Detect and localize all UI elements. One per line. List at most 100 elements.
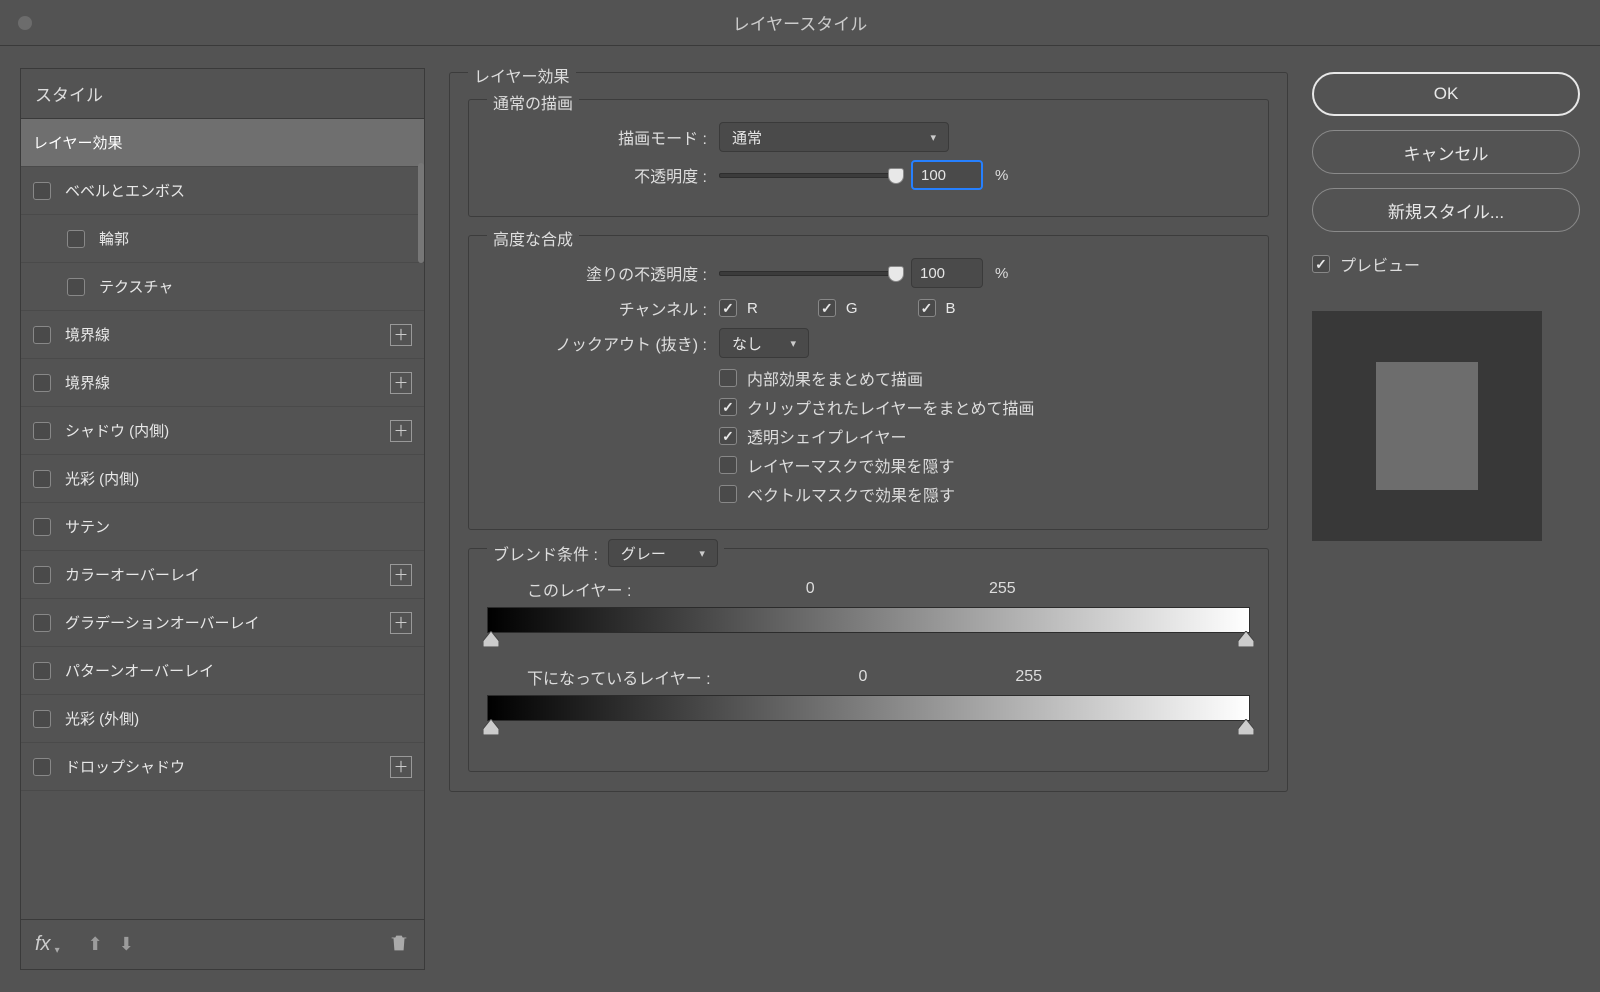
checkbox-layer-mask-hide[interactable] bbox=[719, 456, 737, 474]
slider-handle-icon[interactable] bbox=[888, 266, 904, 282]
ok-button[interactable]: OK bbox=[1312, 72, 1580, 116]
checkbox-icon[interactable] bbox=[33, 182, 51, 200]
scrollbar-thumb[interactable] bbox=[418, 163, 424, 263]
styles-row-drop-shadow[interactable]: ドロップシャドウ ＋ bbox=[21, 743, 424, 791]
opacity-slider[interactable] bbox=[719, 173, 899, 178]
channel-b-checkbox[interactable] bbox=[918, 299, 936, 317]
gradient-low-handle[interactable] bbox=[483, 631, 499, 647]
trash-icon bbox=[388, 932, 410, 954]
add-effect-button[interactable]: ＋ bbox=[390, 324, 412, 346]
styles-list: レイヤー効果 ベベルとエンボス 輪郭 テクスチャ 境界線 ＋ bbox=[21, 119, 424, 919]
styles-header: スタイル bbox=[21, 69, 424, 119]
checkbox-icon[interactable] bbox=[33, 710, 51, 728]
label-opacity: 不透明度 : bbox=[487, 163, 707, 187]
styles-row-bevel-emboss[interactable]: ベベルとエンボス bbox=[21, 167, 424, 215]
new-style-button[interactable]: 新規スタイル... bbox=[1312, 188, 1580, 232]
knockout-dropdown[interactable]: なし ▾ bbox=[719, 328, 809, 358]
styles-row-stroke-1[interactable]: 境界線 ＋ bbox=[21, 311, 424, 359]
move-up-button[interactable]: ⬆ bbox=[88, 934, 103, 955]
checkbox-icon[interactable] bbox=[33, 470, 51, 488]
opacity-input[interactable] bbox=[911, 160, 983, 190]
styles-row-satin[interactable]: サテン bbox=[21, 503, 424, 551]
checkbox-transparency-shapes[interactable] bbox=[719, 427, 737, 445]
checkbox-icon[interactable] bbox=[67, 278, 85, 296]
slider-handle-icon[interactable] bbox=[888, 168, 904, 184]
channel-g-checkbox[interactable] bbox=[818, 299, 836, 317]
styles-row-outer-glow[interactable]: 光彩 (外側) bbox=[21, 695, 424, 743]
fill-opacity-input[interactable] bbox=[911, 258, 983, 288]
styles-row-texture[interactable]: テクスチャ bbox=[21, 263, 424, 311]
add-effect-button[interactable]: ＋ bbox=[390, 372, 412, 394]
styles-row-blending-options[interactable]: レイヤー効果 bbox=[21, 119, 424, 167]
style-row-label: ドロップシャドウ bbox=[65, 756, 185, 777]
chevron-down-icon: ▾ bbox=[930, 131, 936, 144]
checkbox-icon[interactable] bbox=[33, 422, 51, 440]
gradient-high-handle[interactable] bbox=[1238, 719, 1254, 735]
action-panel: OK キャンセル 新規スタイル... プレビュー bbox=[1312, 68, 1580, 970]
this-layer-low-value: 0 bbox=[806, 580, 815, 598]
cancel-button[interactable]: キャンセル bbox=[1312, 130, 1580, 174]
this-layer-gradient[interactable] bbox=[487, 607, 1250, 633]
window-traffic-lights[interactable] bbox=[18, 16, 32, 30]
titlebar: レイヤースタイル bbox=[0, 0, 1600, 46]
style-row-label: 境界線 bbox=[65, 324, 110, 345]
channel-b-label: B bbox=[946, 300, 956, 317]
styles-footer: fx ▾ ⬆ ⬇ bbox=[21, 919, 424, 969]
chevron-down-icon: ▾ bbox=[699, 547, 705, 560]
checkbox-icon[interactable] bbox=[33, 374, 51, 392]
under-layer-gradient[interactable] bbox=[487, 695, 1250, 721]
checkbox-label: クリップされたレイヤーをまとめて描画 bbox=[747, 395, 1035, 419]
legend-blend-if: ブレンド条件 : グレー ▾ bbox=[487, 539, 724, 567]
chevron-down-icon: ▾ bbox=[790, 337, 796, 350]
style-row-label: 輪郭 bbox=[99, 228, 129, 249]
styles-row-gradient-overlay[interactable]: グラデーションオーバーレイ ＋ bbox=[21, 599, 424, 647]
checkbox-icon[interactable] bbox=[33, 518, 51, 536]
pct-label: % bbox=[995, 167, 1008, 184]
style-row-label: 境界線 bbox=[65, 372, 110, 393]
checkbox-icon[interactable] bbox=[67, 230, 85, 248]
channel-g-label: G bbox=[846, 300, 858, 317]
checkbox-blend-clipped[interactable] bbox=[719, 398, 737, 416]
trash-button[interactable] bbox=[388, 932, 410, 958]
checkbox-icon[interactable] bbox=[33, 758, 51, 776]
blend-if-label: ブレンド条件 : bbox=[493, 541, 598, 565]
style-row-label: グラデーションオーバーレイ bbox=[65, 612, 260, 633]
styles-row-contour[interactable]: 輪郭 bbox=[21, 215, 424, 263]
gradient-high-handle[interactable] bbox=[1238, 631, 1254, 647]
preview-checkbox[interactable] bbox=[1312, 255, 1330, 273]
checkbox-icon[interactable] bbox=[33, 566, 51, 584]
fill-opacity-slider[interactable] bbox=[719, 271, 899, 276]
checkbox-icon[interactable] bbox=[33, 614, 51, 632]
styles-row-color-overlay[interactable]: カラーオーバーレイ ＋ bbox=[21, 551, 424, 599]
blend-mode-dropdown[interactable]: 通常 ▾ bbox=[719, 122, 949, 152]
preview-label: プレビュー bbox=[1340, 252, 1420, 276]
add-effect-button[interactable]: ＋ bbox=[390, 612, 412, 634]
blend-mode-value: 通常 bbox=[732, 127, 762, 148]
gradient-low-handle[interactable] bbox=[483, 719, 499, 735]
styles-row-stroke-2[interactable]: 境界線 ＋ bbox=[21, 359, 424, 407]
traffic-close-icon[interactable] bbox=[18, 16, 32, 30]
channel-r-checkbox[interactable] bbox=[719, 299, 737, 317]
styles-row-inner-shadow[interactable]: シャドウ (内側) ＋ bbox=[21, 407, 424, 455]
checkbox-blend-interior[interactable] bbox=[719, 369, 737, 387]
style-row-label: シャドウ (内側) bbox=[65, 420, 169, 441]
preview-swatch-frame bbox=[1312, 311, 1542, 541]
styles-row-inner-glow[interactable]: 光彩 (内側) bbox=[21, 455, 424, 503]
label-channels: チャンネル : bbox=[487, 296, 707, 320]
add-effect-button[interactable]: ＋ bbox=[390, 756, 412, 778]
style-row-label: サテン bbox=[65, 516, 110, 537]
checkbox-icon[interactable] bbox=[33, 662, 51, 680]
styles-row-pattern-overlay[interactable]: パターンオーバーレイ bbox=[21, 647, 424, 695]
fx-menu-button[interactable]: fx bbox=[35, 933, 51, 956]
under-layer-high-value: 255 bbox=[1015, 668, 1042, 686]
window-title: レイヤースタイル bbox=[733, 10, 868, 35]
checkbox-icon[interactable] bbox=[33, 326, 51, 344]
add-effect-button[interactable]: ＋ bbox=[390, 564, 412, 586]
style-row-label: ベベルとエンボス bbox=[65, 180, 185, 201]
move-down-button[interactable]: ⬇ bbox=[119, 934, 134, 955]
blend-if-channel-dropdown[interactable]: グレー ▾ bbox=[608, 539, 718, 567]
style-row-label: パターンオーバーレイ bbox=[65, 660, 214, 681]
style-row-label: カラーオーバーレイ bbox=[65, 564, 200, 585]
add-effect-button[interactable]: ＋ bbox=[390, 420, 412, 442]
checkbox-vector-mask-hide[interactable] bbox=[719, 485, 737, 503]
